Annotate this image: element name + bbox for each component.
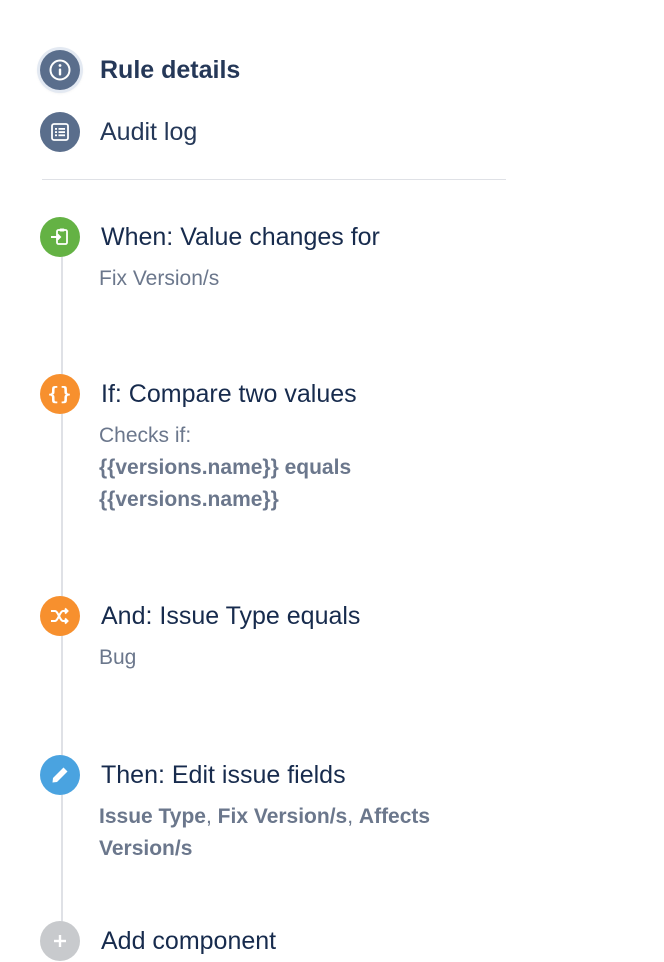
step-condition-expression-1: {{versions.name}} equals [99,456,352,479]
action-field-separator-2: , [347,805,359,828]
braces-icon: {} [40,374,80,414]
step-action-title: Then: Edit issue fields [101,761,346,789]
add-component-button[interactable]: Add component [40,921,520,961]
plus-icon [40,921,80,961]
rule-step-condition[interactable]: {} If: Compare two values Checks if: {{v… [40,374,520,514]
nav-rule-details-label: Rule details [100,55,241,84]
add-component-label: Add component [101,927,277,955]
action-field-separator-1: , [206,805,218,828]
info-icon [40,50,80,90]
rule-step-and-condition[interactable]: And: Issue Type equals Bug [40,596,520,676]
shuffle-icon [40,596,80,636]
action-field-affects-version-part-2: Version/s [99,837,193,860]
nav-divider [42,179,506,180]
step-condition-prefix: Checks if: [99,424,192,447]
list-icon [40,112,80,152]
rule-step-action[interactable]: Then: Edit issue fields Issue Type, Fix … [40,755,520,865]
step-action-desc: Issue Type, Fix Version/s, Affects Versi… [99,801,499,865]
step-trigger-title: When: Value changes for [101,223,380,251]
nav-audit-log-label: Audit log [100,117,198,146]
step-trigger-desc: Fix Version/s [99,267,220,290]
step-condition-title: If: Compare two values [101,380,357,408]
trigger-icon [40,217,80,257]
nav-audit-log[interactable]: Audit log [40,112,197,152]
rule-step-trigger[interactable]: When: Value changes for Fix Version/s [40,217,520,297]
step-condition-expression-2: {{versions.name}} [99,488,279,511]
step-and-desc: Bug [99,646,137,669]
step-and-title: And: Issue Type equals [101,602,361,630]
nav-rule-details[interactable]: Rule details [40,50,240,90]
action-field-affects-version-part-1: Affects [358,805,431,828]
step-condition-desc: Checks if: {{versions.name}} equals {{ve… [99,420,499,516]
pencil-icon [40,755,80,795]
action-field-fix-version: Fix Version/s [217,805,348,828]
action-field-issue-type: Issue Type [99,805,206,828]
